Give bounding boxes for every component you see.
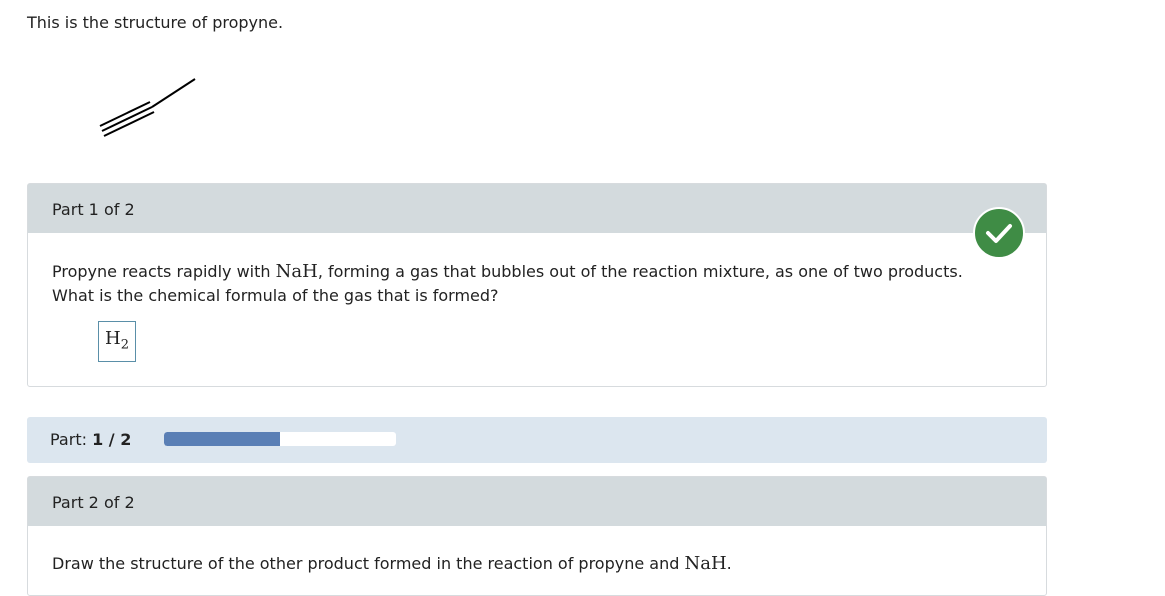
answer-input-box[interactable]: H2	[98, 321, 136, 362]
question-text-end: , forming a gas that bubbles out of the …	[317, 262, 963, 281]
part2-card: Part 2 of 2 Draw the structure of the ot…	[27, 476, 1047, 596]
part1-header: Part 1 of 2	[28, 184, 1046, 233]
check-icon	[986, 224, 1012, 243]
part2-header: Part 2 of 2	[28, 477, 1046, 526]
progress-label: Part: 1 / 2	[50, 430, 131, 450]
question2-text-start: Draw the structure of the other product …	[52, 554, 685, 573]
question-text-line2: What is the chemical formula of the gas …	[52, 286, 499, 305]
progress-value: 1 / 2	[92, 430, 132, 449]
question-text-start: Propyne reacts rapidly with	[52, 262, 276, 281]
part1-question: Propyne reacts rapidly with NaH, forming…	[52, 260, 1012, 308]
reagent-formula: NaH	[275, 261, 318, 282]
progress-strip: Part: 1 / 2	[27, 417, 1047, 463]
correct-check-badge	[973, 207, 1025, 259]
propyne-structure	[99, 78, 196, 137]
reagent-formula-2: NaH	[684, 553, 727, 574]
part1-card: Part 1 of 2 Propyne reacts rapidly with …	[27, 183, 1047, 387]
progress-label-text: Part:	[50, 430, 87, 449]
answer-base: H	[105, 328, 121, 349]
part2-question: Draw the structure of the other product …	[52, 552, 732, 576]
intro-text: This is the structure of propyne.	[27, 13, 284, 32]
answer-subscript: 2	[120, 337, 129, 353]
progress-track	[164, 432, 396, 446]
question2-text-end: .	[726, 554, 732, 573]
progress-fill	[164, 432, 280, 446]
